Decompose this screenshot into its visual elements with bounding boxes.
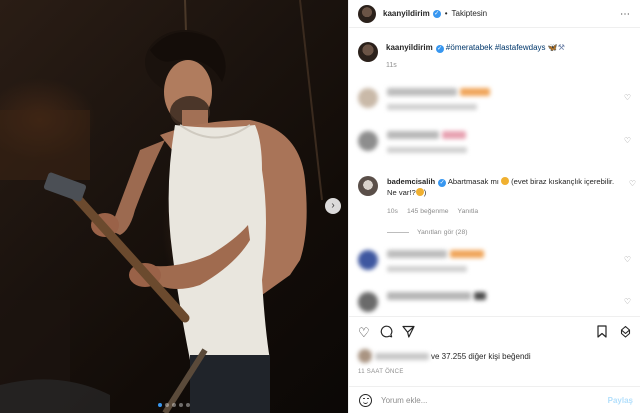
verified-badge-icon: ✓ — [438, 179, 447, 187]
carousel-dot — [172, 403, 176, 407]
comment-input[interactable] — [381, 395, 601, 405]
comment-item: bademcisalih ✓ Abartmasak mı (evet biraz … — [358, 176, 638, 217]
comment-like-icon[interactable]: ♡ — [629, 179, 636, 188]
comment-item-blurred: ♡ — [358, 250, 633, 272]
author-avatar[interactable] — [358, 4, 376, 23]
emoji-icon[interactable] — [359, 393, 372, 407]
blurred-comment-text — [387, 292, 471, 300]
save-to-collection-icon[interactable] — [619, 325, 632, 340]
blurred-emoji — [474, 292, 486, 300]
author-username[interactable]: kaanyildirim — [383, 9, 430, 18]
comment-avatar — [358, 250, 378, 270]
blurred-comment-text — [387, 131, 439, 139]
blurred-emoji — [460, 88, 490, 96]
emoji-icon — [501, 177, 510, 185]
verified-badge-icon: ✓ — [435, 45, 444, 53]
blurred-comment-meta — [387, 147, 467, 153]
comment-avatar — [358, 88, 378, 108]
carousel-dot — [179, 403, 183, 407]
comment-time: 10s — [387, 208, 398, 215]
view-replies-button[interactable]: Yanıtları gör (28) — [387, 229, 468, 236]
hashtag-link[interactable]: #ömeratabek — [446, 43, 493, 52]
carousel-dot — [165, 403, 169, 407]
caption-avatar[interactable] — [358, 42, 378, 62]
more-options-icon[interactable]: ⋯ — [620, 9, 631, 20]
likes-summary[interactable]: ve 37.255 diğer kişi beğendi — [358, 349, 531, 363]
blurred-emoji — [442, 131, 466, 139]
comment-like-icon[interactable]: ♡ — [624, 136, 631, 145]
blurred-emoji — [450, 250, 484, 258]
comment-text: Abartmasak mı — [447, 177, 499, 186]
butterfly-emoji-icon: 🦋⚒ — [547, 43, 565, 52]
emoji-icon — [415, 188, 424, 196]
blurred-comment-text — [387, 250, 447, 258]
comment-username[interactable]: bademcisalih — [387, 177, 435, 186]
comment-item-blurred: ♡ — [358, 131, 633, 153]
comment-like-icon[interactable]: ♡ — [624, 297, 631, 306]
comment-item-blurred: ♡ — [358, 292, 633, 312]
comment-item-blurred: ♡ — [358, 88, 633, 110]
post-action-bar: ♡ — [349, 316, 640, 346]
post-photo[interactable]: › — [0, 0, 348, 413]
comment-likes-count[interactable]: 145 beğenme — [407, 206, 449, 217]
reply-button[interactable]: Yanıtla — [458, 206, 479, 217]
heart-icon[interactable]: ♡ — [358, 326, 370, 339]
blurred-comment-meta — [387, 104, 477, 110]
post-side-panel: kaanyildirim ✓ • Takiptesin ⋯ kaanyildir… — [348, 0, 640, 413]
add-comment-bar: Paylaş — [349, 386, 640, 413]
header-separator: • — [444, 9, 448, 18]
post-timestamp: 11 SAAT ÖNCE — [358, 369, 404, 375]
comment-like-icon[interactable]: ♡ — [624, 93, 631, 102]
comment-avatar — [358, 131, 378, 151]
carousel-dots — [158, 403, 190, 407]
caption-username[interactable]: kaanyildirim — [386, 43, 433, 52]
liker-avatar — [358, 349, 372, 363]
comment-icon[interactable] — [380, 325, 393, 340]
photo-illustration — [0, 0, 323, 413]
comment-avatar — [358, 292, 378, 312]
view-replies-label: Yanıtları gör (28) — [417, 229, 468, 236]
replies-divider — [387, 232, 409, 233]
carousel-dot-active — [158, 403, 162, 407]
carousel-dot — [186, 403, 190, 407]
blurred-liker-name — [375, 352, 429, 360]
blurred-comment-text — [387, 88, 457, 96]
following-status[interactable]: Takiptesin — [452, 9, 488, 18]
hashtag-link[interactable]: #lastafewdays — [495, 43, 546, 52]
comment-text-close: ) — [423, 188, 427, 197]
likes-summary-text: ve 37.255 diğer kişi beğendi — [431, 351, 531, 361]
bookmark-icon[interactable] — [596, 325, 608, 340]
share-icon[interactable] — [402, 325, 415, 340]
comment-like-icon[interactable]: ♡ — [624, 255, 631, 264]
comment-avatar[interactable] — [358, 176, 378, 196]
verified-badge-icon: ✓ — [432, 9, 441, 18]
post-header: kaanyildirim ✓ • Takiptesin ⋯ — [349, 0, 640, 28]
post-comment-button[interactable]: Paylaş — [608, 396, 633, 405]
next-arrow-icon[interactable]: › — [325, 198, 341, 214]
blurred-comment-meta — [387, 266, 467, 272]
post-caption: kaanyildirim ✓ #ömeratabek #lastafewdays … — [358, 42, 628, 71]
caption-time: 11s — [386, 62, 397, 69]
